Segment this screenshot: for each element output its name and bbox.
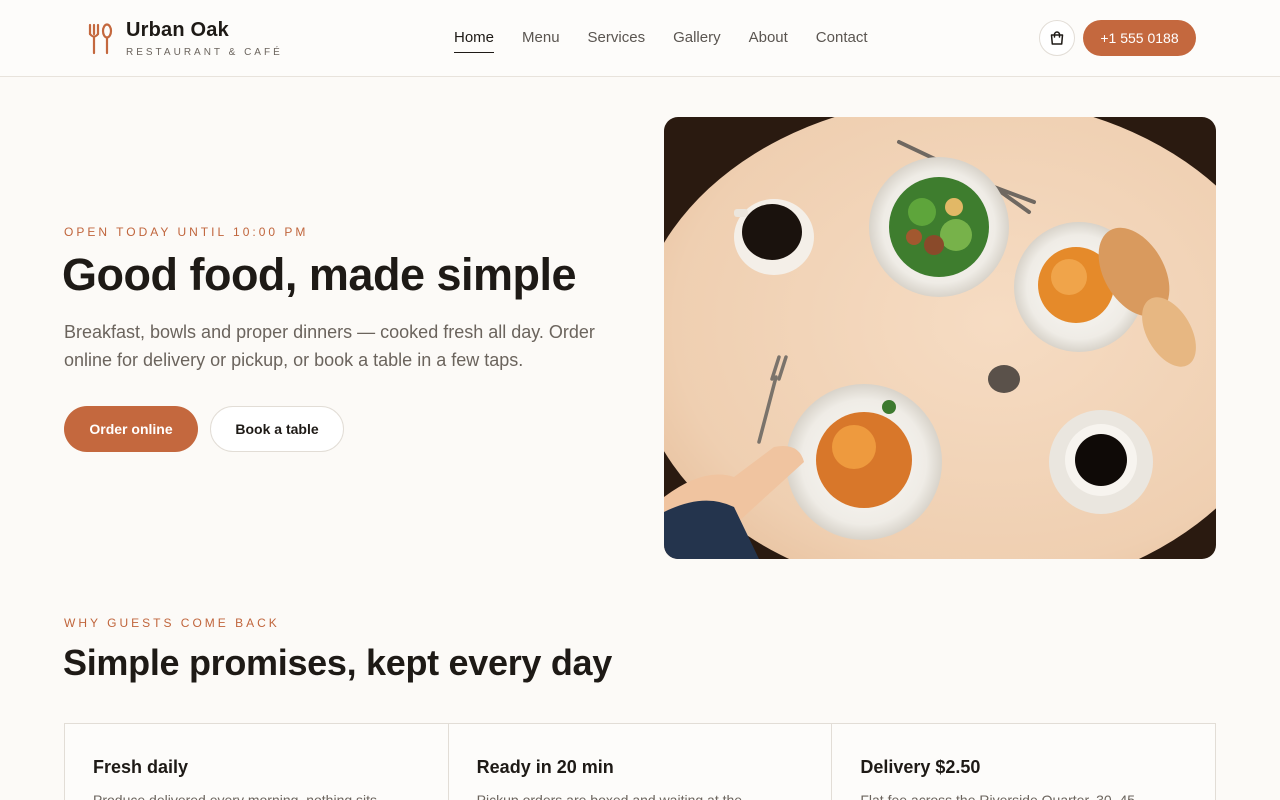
shopping-bag-icon [1050,31,1064,45]
nav-item-home[interactable]: Home [454,28,495,53]
promise-card-text: Flat fee across the Riverside Quarter, 3… [860,792,1136,800]
cart-button[interactable] [1039,20,1075,56]
hero-subtitle: Breakfast, bowls and proper dinners — co… [64,322,595,370]
hero-food-photo [664,117,1216,559]
main-nav: Home Menu Services Gallery About Contact [454,28,896,53]
why-title: Simple promises, kept every day [63,642,612,683]
fork-spoon-icon [88,23,113,55]
promise-cards: Fresh daily Produce delivered every morn… [64,723,1216,800]
promise-card-text: Pickup orders are boxed and waiting at t… [476,792,743,800]
nav-item-menu[interactable]: Menu [522,28,560,53]
brand-logo[interactable]: Urban Oak RESTAURANT & CAFÉ [86,18,283,59]
promise-card-title: Ready in 20 min [476,757,614,777]
nav-item-contact[interactable]: Contact [816,28,868,53]
nav-item-gallery[interactable]: Gallery [673,28,721,53]
hero-title: Good food, made simple [62,249,577,300]
hero-eyebrow: OPEN TODAY UNTIL 10:00 PM [64,225,309,239]
promise-card-text: Produce delivered every morning, nothing… [93,792,378,800]
phone-button[interactable]: +1 555 0188 [1083,20,1196,56]
brand-tagline: RESTAURANT & CAFÉ [126,47,283,58]
nav-item-about[interactable]: About [749,28,788,53]
book-table-button[interactable]: Book a table [210,406,344,452]
why-eyebrow: WHY GUESTS COME BACK [64,616,280,630]
promise-card-title: Delivery $2.50 [860,757,981,777]
brand-name: Urban Oak [126,19,229,41]
promise-card: Delivery $2.50 Flat fee across the River… [832,724,1215,800]
promise-card-title: Fresh daily [93,757,189,777]
promise-card: Ready in 20 min Pickup orders are boxed … [449,724,833,800]
nav-item-services[interactable]: Services [588,28,646,53]
site-header: Urban Oak RESTAURANT & CAFÉ Home Menu Se… [0,0,1280,77]
promise-card: Fresh daily Produce delivered every morn… [65,724,449,800]
order-online-button[interactable]: Order online [64,406,198,452]
